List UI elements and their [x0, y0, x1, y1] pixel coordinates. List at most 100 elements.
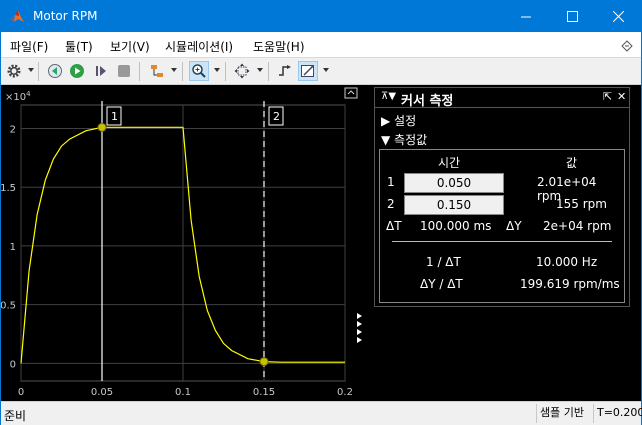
menu-simulation[interactable]: 시뮬레이션(I) — [165, 38, 233, 55]
menu-help[interactable]: 도움말(H) — [253, 38, 305, 55]
matlab-logo-icon — [10, 10, 24, 22]
cursor-panel-title: 커서 측정 — [401, 94, 454, 109]
toolbar-separator — [182, 62, 183, 81]
x-tick-label: 0.2 — [337, 387, 353, 398]
divider — [392, 241, 612, 242]
play-icon — [70, 64, 84, 78]
panel-collapse-arrows[interactable] — [357, 313, 365, 345]
delta-y-value: 2e+04 rpm — [543, 219, 612, 233]
cursor-measurements-panel: ⊼▼ 커서 측정 ⇱ ✕ ▶ 설정 ▼ 측정값 시간 값 1 0.050 2.0… — [374, 87, 630, 307]
zoom-in-icon — [192, 64, 206, 78]
x-tick-label: 0 — [18, 387, 24, 398]
trigger-button[interactable] — [275, 61, 295, 81]
y-tick-labels: 2 1.5 1 0.5 0 — [1, 124, 16, 370]
signal-tree-icon — [151, 65, 163, 77]
cursor-1-label[interactable]: 1 — [106, 106, 122, 126]
maximize-button[interactable] — [549, 1, 595, 32]
stop-icon — [118, 65, 130, 77]
maximize-icon — [566, 11, 578, 22]
cursor-2-marker[interactable] — [259, 357, 269, 367]
inverse-delta-t-label: 1 / ΔT — [426, 255, 461, 269]
window-title: Motor RPM — [33, 9, 98, 23]
zoom-button[interactable] — [189, 61, 209, 81]
settings-section-toggle[interactable]: ▶ 설정 — [381, 112, 416, 129]
slope-value: 199.619 rpm/ms — [520, 277, 620, 291]
toolbar-separator — [38, 62, 39, 81]
delta-y-label: ΔY — [506, 219, 522, 233]
delta-t-label: ΔT — [386, 219, 402, 233]
status-ready-text: 준비 — [4, 409, 27, 423]
menu-view[interactable]: 보기(V) — [110, 38, 150, 55]
expand-arrow-icon: ▶ — [381, 114, 395, 128]
menu-bar: 파일(F) 툴(T) 보기(V) 시뮬레이션(I) 도움말(H) — [1, 32, 641, 58]
measurements-section-toggle[interactable]: ▼ 측정값 — [381, 131, 427, 148]
y-tick-label: 2 — [10, 124, 16, 135]
collapse-arrow-icon: ▼ — [381, 133, 395, 147]
cursor-2-row-label: 2 — [387, 197, 395, 211]
autoscale-dropdown-icon[interactable] — [257, 68, 263, 72]
y-tick-label: 0 — [10, 359, 16, 370]
y-tick-label: 1 — [10, 242, 16, 253]
step-back-button[interactable] — [45, 61, 65, 81]
status-bar: 준비 샘플 기반 T=0.200 — [1, 401, 642, 425]
cursor-2-time-input[interactable]: 0.150 — [404, 195, 504, 215]
minimize-icon — [520, 16, 531, 18]
toolbar — [1, 58, 641, 85]
step-back-icon — [48, 64, 62, 78]
title-bar[interactable]: Motor RPM — [1, 1, 641, 32]
close-panel-icon[interactable]: ✕ — [617, 90, 626, 103]
scope-window: Motor RPM 파일(F) 툴(T) 보기(V) 시뮬레이션(I) 도움말(… — [0, 0, 642, 425]
x-tick-label: 0.15 — [253, 387, 275, 398]
cursor-measurements-button[interactable] — [298, 61, 318, 81]
cursor-panel-titlebar: ⊼▼ 커서 측정 ⇱ ✕ — [375, 88, 629, 109]
highlight-dropdown-icon[interactable] — [171, 68, 177, 72]
trigger-icon — [279, 65, 291, 76]
cursor-2-value: 155 rpm — [556, 197, 607, 211]
close-icon — [612, 11, 624, 22]
step-forward-button[interactable] — [91, 61, 111, 81]
stop-button[interactable] — [114, 61, 134, 81]
cursor-1-row-label: 1 — [387, 175, 395, 189]
value-header: 값 — [566, 156, 578, 170]
minimize-button[interactable] — [503, 1, 549, 32]
gear-icon — [7, 64, 21, 78]
sample-based-indicator: 샘플 기반 — [536, 404, 591, 423]
cursor-1-time-input[interactable]: 0.050 — [404, 173, 504, 193]
undock-icon[interactable] — [621, 40, 633, 52]
undock-panel-icon[interactable]: ⇱ — [603, 90, 612, 103]
x-tick-label: 0.05 — [91, 387, 113, 398]
settings-button[interactable] — [4, 61, 24, 81]
x-tick-labels: 0 0.05 0.1 0.15 0.2 — [18, 387, 353, 398]
settings-dropdown-icon[interactable] — [28, 68, 34, 72]
measurements-table: 시간 값 1 0.050 2.01e+04 rpm 2 0.150 155 rp… — [379, 149, 625, 303]
delta-t-value: 100.000 ms — [420, 219, 492, 233]
menu-file[interactable]: 파일(F) — [10, 38, 48, 55]
y-exponent-label: ×104 — [5, 90, 31, 103]
menu-tools[interactable]: 툴(T) — [65, 38, 93, 55]
toolbar-separator — [268, 62, 269, 81]
slope-label: ΔY / ΔT — [420, 277, 463, 291]
toolbar-separator — [225, 62, 226, 81]
measurements-dropdown-icon[interactable] — [323, 68, 329, 72]
y-tick-label: 0.5 — [1, 301, 16, 312]
autoscale-button[interactable] — [232, 61, 252, 81]
close-button[interactable] — [595, 1, 641, 32]
toolbar-separator — [139, 62, 140, 81]
fit-axes-icon — [234, 63, 250, 79]
zoom-dropdown-icon[interactable] — [214, 68, 220, 72]
svg-text:1: 1 — [111, 110, 118, 123]
y-tick-label: 1.5 — [1, 183, 16, 194]
legend-toggle-icon[interactable] — [344, 87, 358, 99]
simulation-time-indicator: T=0.200 — [593, 404, 642, 423]
svg-text:2: 2 — [273, 110, 280, 123]
inverse-delta-t-value: 10.000 Hz — [536, 255, 598, 269]
step-forward-icon — [96, 66, 106, 76]
x-tick-label: 0.1 — [175, 387, 191, 398]
run-button[interactable] — [67, 61, 87, 81]
pin-icon[interactable]: ⊼▼ — [381, 91, 396, 102]
cursor-2-label[interactable]: 2 — [268, 106, 284, 126]
highlight-block-button[interactable] — [147, 61, 167, 81]
cursor-measure-icon — [301, 65, 314, 77]
cursor-1-marker[interactable] — [97, 122, 107, 132]
time-header: 시간 — [438, 156, 461, 170]
